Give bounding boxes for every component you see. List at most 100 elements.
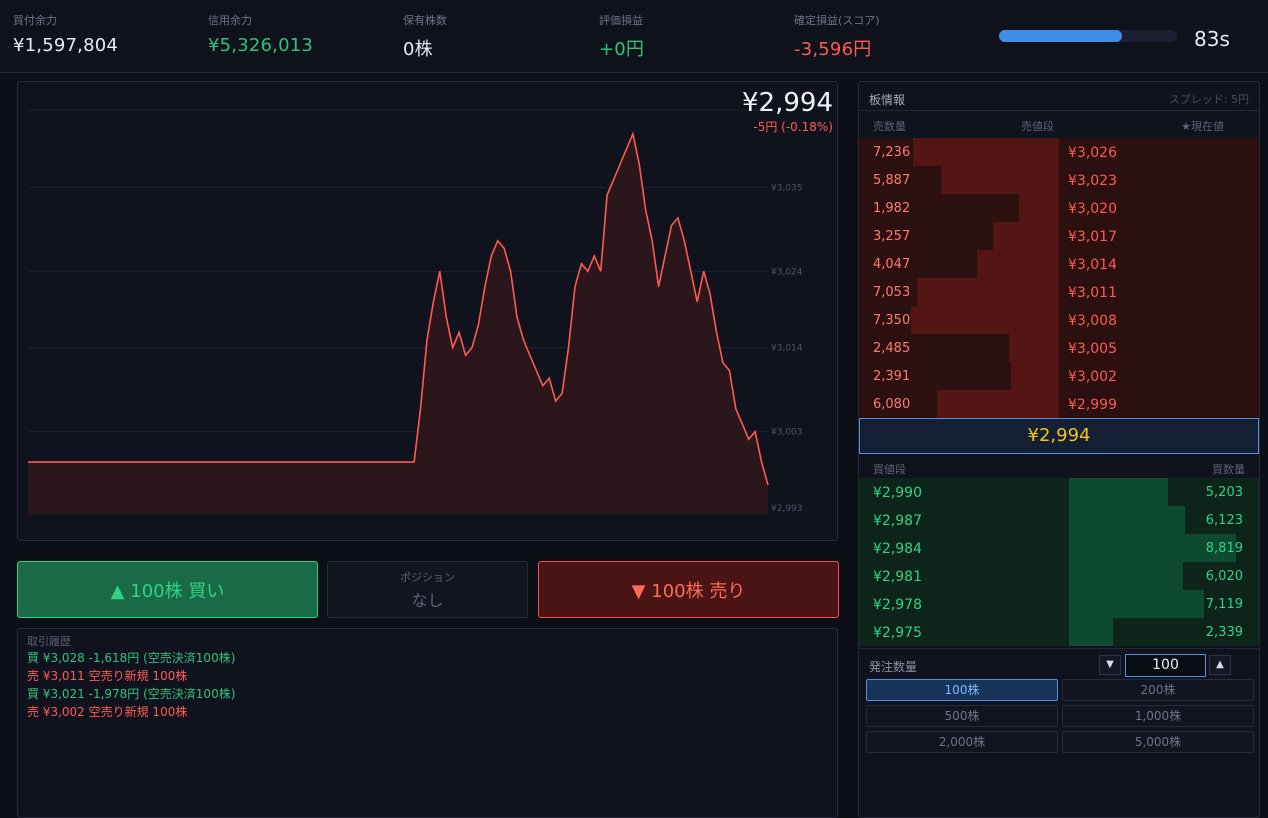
bid-price: ¥2,978 xyxy=(873,597,922,613)
timer-seconds: 83s xyxy=(1194,27,1230,51)
y-tick-label: ¥3,014 xyxy=(771,344,803,354)
qty-preset-button[interactable]: 100株 xyxy=(866,679,1058,701)
ask-row[interactable]: 2,485 ¥3,005 xyxy=(859,334,1259,362)
realized-pl-stat: 確定損益(スコア) -3,596円 xyxy=(794,12,880,61)
ask-qty: 2,485 xyxy=(873,341,911,356)
qty-preset-button[interactable]: 200株 xyxy=(1062,679,1254,701)
bid-price: ¥2,981 xyxy=(873,569,922,585)
ask-price: ¥3,005 xyxy=(1068,341,1117,357)
bid-row[interactable]: ¥2,990 5,203 xyxy=(859,478,1259,506)
bid-row[interactable]: ¥2,987 6,123 xyxy=(859,506,1259,534)
qty-preset-button[interactable]: 2,000株 xyxy=(866,731,1058,753)
bid-depth-bar xyxy=(1069,506,1185,534)
position-value: なし xyxy=(411,591,444,610)
ask-price: ¥3,014 xyxy=(1068,257,1117,273)
bid-qty: 6,123 xyxy=(1205,513,1243,528)
ask-depth-bar xyxy=(1019,194,1059,222)
unrealized-pl-value: +0円 xyxy=(599,39,645,60)
buy-button[interactable]: ▲ 100株 買い xyxy=(17,561,318,618)
ask-qty: 2,391 xyxy=(873,369,911,384)
margin-power-stat: 信用余力 ¥5,326,013 xyxy=(208,12,313,56)
ask-qty: 7,236 xyxy=(873,145,911,160)
ask-qty: 7,350 xyxy=(873,313,911,328)
margin-power-label: 信用余力 xyxy=(208,14,252,27)
price-chart-panel: ¥3,035 ¥3,024 ¥3,014 ¥3,003 ¥2,993 ¥2,994 -5… xyxy=(17,81,838,541)
qty-preset-button[interactable]: 500株 xyxy=(866,705,1058,727)
bid-depth-bar xyxy=(1069,618,1113,646)
current-price-header: ★現在値 xyxy=(1181,120,1224,133)
bid-row[interactable]: ¥2,978 7,119 xyxy=(859,590,1259,618)
ask-depth-bar xyxy=(911,306,1059,334)
qty-increase-button[interactable]: ▲ xyxy=(1209,655,1231,675)
bid-price: ¥2,990 xyxy=(873,485,922,501)
bid-row[interactable]: ¥2,981 6,020 xyxy=(859,562,1259,590)
ask-qty-header: 売数量 xyxy=(873,120,906,133)
trade-history-row: 買 ¥3,028 -1,618円 (空売決済100株) xyxy=(27,651,236,665)
ask-price: ¥3,023 xyxy=(1068,173,1117,189)
ask-row[interactable]: 1,982 ¥3,020 xyxy=(859,194,1259,222)
timer-progress-fill xyxy=(999,30,1122,42)
timer-progress-bar xyxy=(999,30,1177,42)
ask-row[interactable]: 4,047 ¥3,014 xyxy=(859,250,1259,278)
buying-power-value: ¥1,597,804 xyxy=(13,35,119,56)
ask-depth-bar xyxy=(977,250,1059,278)
bid-depth-bar xyxy=(1069,590,1204,618)
ask-row[interactable]: 3,257 ¥3,017 xyxy=(859,222,1259,250)
ask-qty: 6,080 xyxy=(873,397,911,412)
ask-price: ¥3,020 xyxy=(1068,201,1117,217)
holdings-value: 0株 xyxy=(403,39,433,60)
ask-price: ¥3,008 xyxy=(1068,313,1117,329)
ask-qty: 7,053 xyxy=(873,285,911,300)
ask-qty: 1,982 xyxy=(873,201,911,216)
qty-preset-button[interactable]: 5,000株 xyxy=(1062,731,1254,753)
buying-power-label: 買付余力 xyxy=(13,14,57,27)
ask-row[interactable]: 5,887 ¥3,023 xyxy=(859,166,1259,194)
order-book-header: 板情報 スプレッド: 5円 xyxy=(859,82,1259,111)
bid-qty-header: 買数量 xyxy=(1212,463,1245,476)
bid-qty: 5,203 xyxy=(1205,485,1243,500)
ask-price: ¥3,011 xyxy=(1068,285,1117,301)
bid-qty: 7,119 xyxy=(1205,597,1243,612)
position-indicator: ポジション なし xyxy=(327,561,528,618)
ask-depth-bar xyxy=(1009,334,1059,362)
ask-qty: 4,047 xyxy=(873,257,911,272)
bid-row[interactable]: ¥2,984 8,819 xyxy=(859,534,1259,562)
ask-row[interactable]: 6,080 ¥2,999 xyxy=(859,390,1259,418)
buying-power-stat: 買付余力 ¥1,597,804 xyxy=(13,12,118,56)
trade-history-row: 売 ¥3,002 空売り新規 100株 xyxy=(27,705,188,719)
trade-history-panel: 取引履歴 買 ¥3,028 -1,618円 (空売決済100株) 売 ¥3,011… xyxy=(17,628,838,818)
bid-qty: 6,020 xyxy=(1205,569,1243,584)
ask-row[interactable]: 2,391 ¥3,002 xyxy=(859,362,1259,390)
bid-price: ¥2,987 xyxy=(873,513,922,529)
ask-price-header: 売値段 xyxy=(1021,120,1054,133)
sell-button[interactable]: ▼ 100株 売り xyxy=(538,561,839,618)
ask-row[interactable]: 7,053 ¥3,011 xyxy=(859,278,1259,306)
price-chart: ¥3,035 ¥3,024 ¥3,014 ¥3,003 ¥2,993 xyxy=(28,109,803,514)
qty-decrease-button[interactable]: ▼ xyxy=(1099,655,1121,675)
y-tick-label: ¥3,024 xyxy=(771,267,803,277)
bid-row[interactable]: ¥2,975 2,339 xyxy=(859,618,1259,646)
unrealized-pl-label: 評価損益 xyxy=(599,14,643,27)
order-book-panel: 板情報 スプレッド: 5円 売数量 売値段 ★現在値 7,236 ¥3,026 5,… xyxy=(858,81,1260,818)
order-book-current-price[interactable]: ¥2,994 xyxy=(859,418,1259,454)
ask-row[interactable]: 7,236 ¥3,026 xyxy=(859,138,1259,166)
y-tick-label: ¥3,003 xyxy=(771,428,803,438)
ask-price: ¥3,002 xyxy=(1068,369,1117,385)
current-price: ¥2,994 xyxy=(742,88,833,118)
ask-depth-bar xyxy=(993,222,1059,250)
ask-row[interactable]: 7,350 ¥3,008 xyxy=(859,306,1259,334)
ask-depth-bar xyxy=(941,166,1059,194)
bid-price: ¥2,984 xyxy=(873,541,922,557)
qty-preset-button[interactable]: 1,000株 xyxy=(1062,705,1254,727)
ask-depth-bar xyxy=(913,138,1059,166)
order-divider xyxy=(859,648,1259,649)
holdings-label: 保有株数 xyxy=(403,14,447,27)
ask-depth-bar xyxy=(937,390,1059,418)
bid-price: ¥2,975 xyxy=(873,625,922,641)
order-qty-input[interactable]: 100 xyxy=(1125,654,1206,677)
ask-depth-bar xyxy=(917,278,1059,306)
ask-price: ¥2,999 xyxy=(1068,397,1117,413)
account-summary-bar: 買付余力 ¥1,597,804 信用余力 ¥5,326,013 保有株数 0株 … xyxy=(0,0,1268,73)
bid-depth-bar xyxy=(1069,562,1183,590)
unrealized-pl-stat: 評価損益 +0円 xyxy=(599,12,644,61)
